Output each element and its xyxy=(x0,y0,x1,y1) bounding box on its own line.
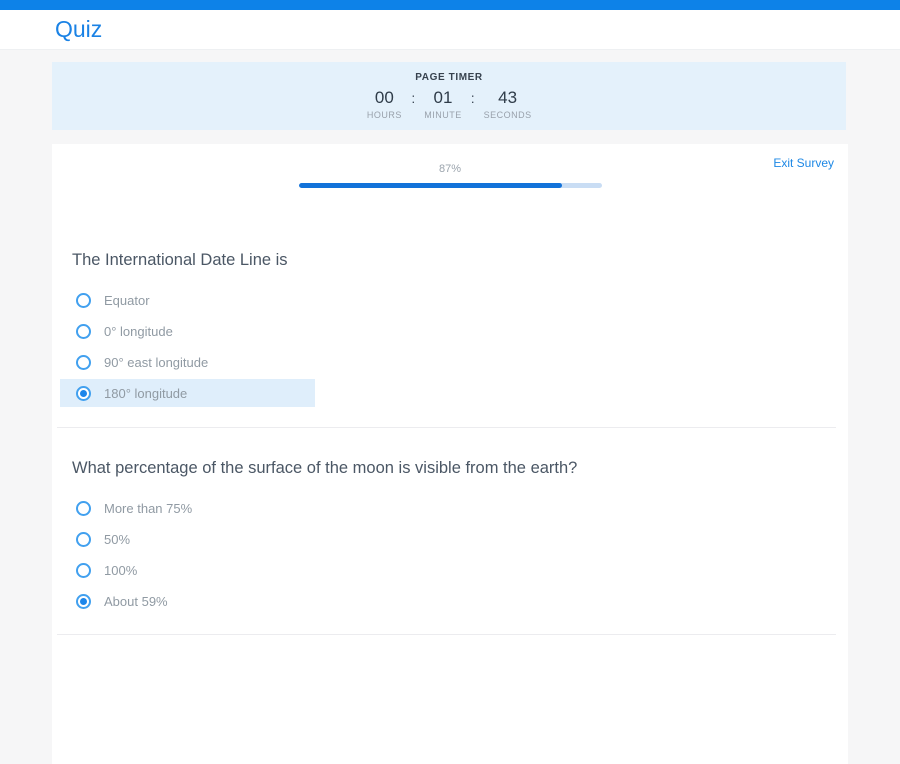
radio-button-icon[interactable] xyxy=(76,324,91,339)
exit-survey-link[interactable]: Exit Survey xyxy=(773,156,834,170)
radio-option[interactable]: 0° longitude xyxy=(60,317,315,345)
timer-seconds: 43 SECONDS xyxy=(484,88,532,120)
option-label: 100% xyxy=(104,563,137,578)
question-2-title: What percentage of the surface of the mo… xyxy=(72,457,848,479)
radio-button-icon[interactable] xyxy=(76,293,91,308)
radio-dot xyxy=(80,598,87,605)
timer-separator: : xyxy=(402,88,424,107)
question-2-options: More than 75% 50% 100% About 59% xyxy=(60,494,848,615)
question-2: What percentage of the surface of the mo… xyxy=(52,457,848,615)
radio-button-icon[interactable] xyxy=(76,501,91,516)
page-title: Quiz xyxy=(55,18,102,41)
timer-minutes-label: MINUTE xyxy=(424,110,462,120)
question-1-options: Equator 0° longitude 90° east longitude … xyxy=(60,286,848,407)
option-label: Equator xyxy=(104,293,150,308)
survey-card: Exit Survey 87% The International Date L… xyxy=(52,144,848,764)
question-1-title: The International Date Line is xyxy=(72,249,848,271)
top-accent-bar xyxy=(0,0,900,10)
radio-button-icon[interactable] xyxy=(76,563,91,578)
progress-bar-fill xyxy=(299,183,563,188)
radio-option[interactable]: Equator xyxy=(60,286,315,314)
radio-dot xyxy=(80,390,87,397)
timer-hours-label: HOURS xyxy=(367,110,402,120)
progress-section: 87% xyxy=(52,144,848,188)
progress-bar xyxy=(299,183,602,188)
timer-minutes: 01 MINUTE xyxy=(424,88,462,120)
option-label: More than 75% xyxy=(104,501,192,516)
app-header: Quiz xyxy=(0,10,900,50)
question-divider xyxy=(57,427,836,428)
radio-option[interactable]: 100% xyxy=(60,556,315,584)
main-container: PAGE TIMER 00 HOURS : 01 MINUTE : 43 SEC… xyxy=(52,62,846,764)
radio-option[interactable]: 50% xyxy=(60,525,315,553)
radio-button-icon[interactable] xyxy=(76,594,91,609)
question-1: The International Date Line is Equator 0… xyxy=(52,249,848,407)
option-label: 0° longitude xyxy=(104,324,173,339)
timer-seconds-value: 43 xyxy=(498,88,517,107)
option-label: 50% xyxy=(104,532,130,547)
option-label: 90° east longitude xyxy=(104,355,208,370)
progress-percent-label: 87% xyxy=(439,163,461,176)
radio-option[interactable]: About 59% xyxy=(60,587,315,615)
page-timer-banner: PAGE TIMER 00 HOURS : 01 MINUTE : 43 SEC… xyxy=(52,62,846,130)
option-label: About 59% xyxy=(104,594,168,609)
timer-title: PAGE TIMER xyxy=(415,72,482,83)
option-label: 180° longitude xyxy=(104,386,187,401)
timer-seconds-label: SECONDS xyxy=(484,110,532,120)
radio-button-icon[interactable] xyxy=(76,386,91,401)
timer-minutes-value: 01 xyxy=(434,88,453,107)
radio-option[interactable]: 180° longitude xyxy=(60,379,315,407)
radio-option[interactable]: More than 75% xyxy=(60,494,315,522)
timer-readout: 00 HOURS : 01 MINUTE : 43 SECONDS xyxy=(366,88,531,120)
timer-hours-value: 00 xyxy=(375,88,394,107)
radio-button-icon[interactable] xyxy=(76,532,91,547)
radio-option[interactable]: 90° east longitude xyxy=(60,348,315,376)
timer-separator: : xyxy=(462,88,484,107)
radio-button-icon[interactable] xyxy=(76,355,91,370)
timer-hours: 00 HOURS xyxy=(366,88,402,120)
